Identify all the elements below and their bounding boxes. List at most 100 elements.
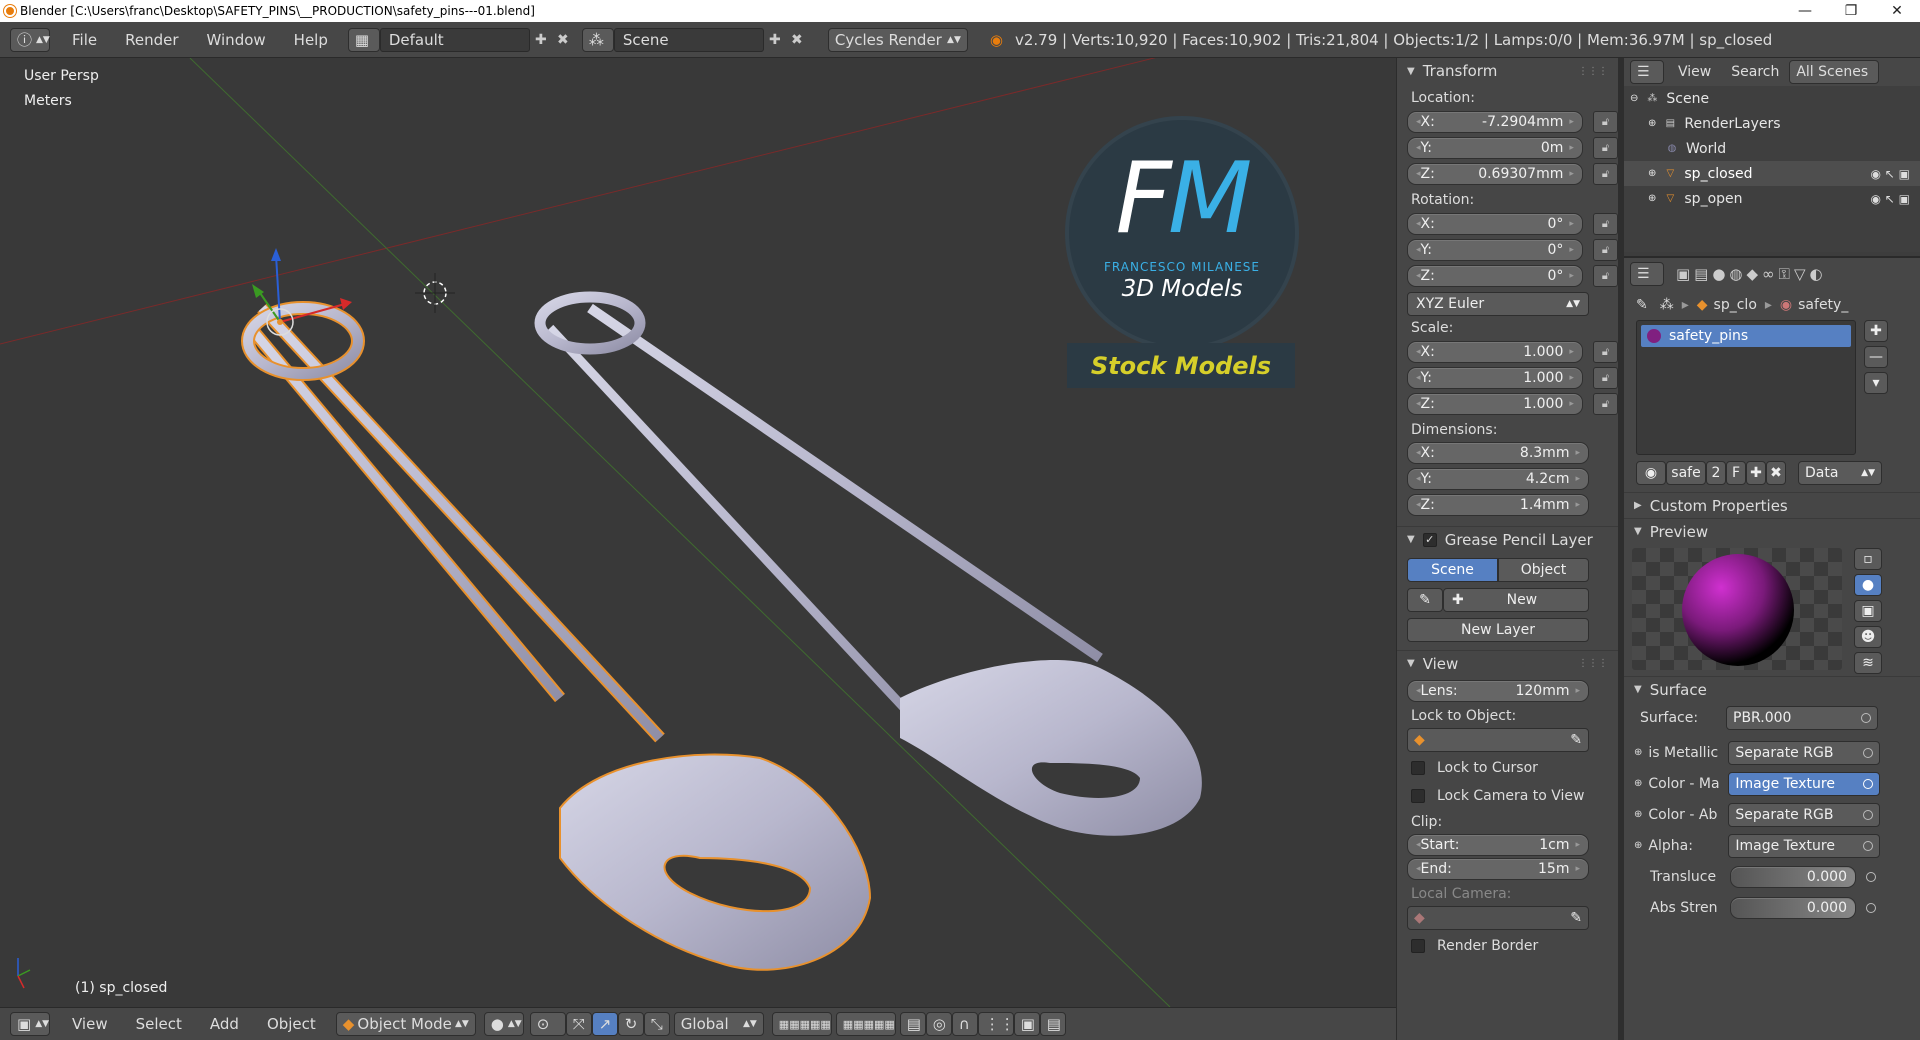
render-border-checkbox[interactable]: Render Border: [1411, 934, 1618, 958]
color-ab-input-select[interactable]: Separate RGB: [1728, 802, 1881, 827]
remove-slot-icon[interactable]: —: [1864, 346, 1888, 368]
lock-icon[interactable]: 🔓︎: [1592, 163, 1618, 185]
rotation-z-field[interactable]: ◂ Z: 0° ▸: [1407, 265, 1583, 287]
transform-panel-header[interactable]: ▼ Transform ⋮⋮⋮: [1397, 58, 1618, 84]
minimize-button[interactable]: —: [1782, 3, 1828, 19]
layout-name-field[interactable]: Default: [379, 27, 530, 52]
preview-monkey-icon[interactable]: ☻: [1854, 626, 1882, 648]
gp-new-button[interactable]: ✚ New: [1443, 588, 1589, 612]
manipulator-toggle[interactable]: ⤧: [565, 1012, 592, 1036]
snap-button[interactable]: ∩: [951, 1012, 978, 1036]
preview-flat-icon[interactable]: ▫: [1854, 548, 1882, 570]
viewport-menu-view[interactable]: View: [58, 1015, 122, 1033]
outliner-display-select[interactable]: All Scenes: [1789, 60, 1880, 84]
outliner-item-sp-closed[interactable]: ⊕ ▽ sp_closed ◉ ↖ ▣: [1624, 161, 1920, 186]
metallic-input-select[interactable]: Separate RGB: [1728, 740, 1881, 765]
editor-type-button[interactable]: ⓘ ▲▼: [10, 27, 50, 52]
location-y-field[interactable]: ◂ Y: 0m ▸: [1407, 137, 1583, 159]
lock-camera-checkbox[interactable]: Lock Camera to View: [1411, 784, 1618, 808]
outliner-menu-search[interactable]: Search: [1725, 64, 1785, 80]
scale-manipulator[interactable]: ⤡: [643, 1012, 670, 1036]
render-engine-select[interactable]: Cycles Render ▲▼: [827, 27, 968, 52]
outliner-menu-view[interactable]: View: [1664, 64, 1725, 80]
material-link-select[interactable]: Data ▲▼: [1798, 461, 1882, 485]
rotation-y-field[interactable]: ◂ Y: 0° ▸: [1407, 239, 1583, 261]
lock-icon[interactable]: 🔓︎: [1592, 239, 1618, 261]
dimension-x-field[interactable]: ◂ X: 8.3mm ▸: [1407, 442, 1589, 464]
lock-cursor-checkbox[interactable]: Lock to Cursor: [1411, 756, 1618, 780]
surface-header[interactable]: ▼ Surface: [1624, 676, 1920, 702]
preview-sphere-icon[interactable]: ●: [1854, 574, 1882, 596]
proportional-edit-button[interactable]: ◎: [925, 1012, 952, 1036]
menu-window[interactable]: Window: [193, 31, 280, 49]
sp-closed-object[interactable]: [241, 301, 872, 971]
lock-icon[interactable]: 🔓︎: [1592, 341, 1618, 363]
scene-browse-button[interactable]: ⁂: [581, 27, 614, 52]
material-slot-item[interactable]: safety_pins: [1641, 325, 1851, 347]
remove-scene-icon[interactable]: ✖: [786, 29, 808, 51]
slot-specials-icon[interactable]: ▾: [1864, 372, 1888, 394]
add-material-icon[interactable]: ✚: [1746, 461, 1766, 485]
preview-header[interactable]: ▼ Preview: [1624, 518, 1920, 544]
lock-object-field[interactable]: ◆ ✎: [1407, 728, 1589, 752]
scale-x-field[interactable]: ◂ X: 1.000 ▸: [1407, 341, 1583, 363]
pencil-icon[interactable]: ✎: [1407, 588, 1443, 612]
pin-icon[interactable]: ✎: [1636, 297, 1648, 313]
close-button[interactable]: ✕: [1874, 3, 1920, 19]
3d-cursor-icon[interactable]: [415, 273, 455, 313]
properties-editor-type[interactable]: ☰: [1630, 262, 1664, 286]
clip-start-field[interactable]: ◂ Start: 1cm ▸: [1407, 834, 1589, 856]
viewport-editor-type-button[interactable]: ▣ ▲▼: [10, 1012, 50, 1036]
scene-name-field[interactable]: Scene: [613, 27, 764, 52]
color-ma-input-select[interactable]: Image Texture: [1728, 771, 1881, 796]
gp-new-layer-button[interactable]: New Layer: [1407, 618, 1589, 642]
lock-icon[interactable]: 🔓︎: [1592, 367, 1618, 389]
outliner-item-sp-open[interactable]: ⊕ ▽ sp_open ◉ ↖ ▣: [1624, 186, 1920, 211]
snap-element-select[interactable]: ⋮⋮: [977, 1012, 1015, 1036]
context-tab-icons[interactable]: ▣▤●◍◆∞⚿▽◐: [1676, 265, 1827, 283]
translucency-slider[interactable]: 0.000: [1730, 865, 1856, 888]
menu-file[interactable]: File: [58, 31, 111, 49]
preview-cube-icon[interactable]: ▣: [1854, 600, 1882, 622]
scale-y-field[interactable]: ◂ Y: 1.000 ▸: [1407, 367, 1583, 389]
material-name-field[interactable]: safe: [1666, 461, 1706, 485]
material-slot-list[interactable]: safety_pins: [1636, 320, 1856, 455]
gp-tab-scene[interactable]: Scene: [1407, 558, 1498, 582]
grease-pencil-panel-header[interactable]: ▼ ✓ Grease Pencil Layer: [1397, 526, 1618, 552]
scale-z-field[interactable]: ◂ Z: 1.000 ▸: [1407, 393, 1583, 415]
rotate-manipulator[interactable]: ↻: [617, 1012, 644, 1036]
outliner-item-scene[interactable]: ⊖ ⁂ Scene: [1624, 86, 1920, 111]
outliner-item-renderlayers[interactable]: ⊕ ▤ RenderLayers: [1624, 111, 1920, 136]
menu-help[interactable]: Help: [280, 31, 342, 49]
alpha-input-select[interactable]: Image Texture: [1728, 833, 1881, 858]
maximize-button[interactable]: ❐: [1828, 3, 1874, 19]
viewport-menu-add[interactable]: Add: [196, 1015, 253, 1033]
view-panel-header[interactable]: ▼ View ⋮⋮⋮: [1397, 650, 1618, 676]
lock-layers-button[interactable]: ▤: [899, 1012, 926, 1036]
layout-browse-button[interactable]: ▦: [347, 27, 380, 52]
translate-manipulator[interactable]: ↗: [591, 1012, 618, 1036]
opengl-render-button[interactable]: ▣: [1013, 1012, 1040, 1036]
rotation-x-field[interactable]: ◂ X: 0° ▸: [1407, 213, 1583, 235]
preview-hair-icon[interactable]: ≋: [1854, 652, 1882, 674]
outliner-item-world[interactable]: ◍ World: [1624, 136, 1920, 161]
menu-render[interactable]: Render: [111, 31, 192, 49]
local-camera-field[interactable]: ◆ ✎: [1407, 906, 1589, 930]
rotation-mode-select[interactable]: XYZ Euler ▲▼: [1407, 292, 1589, 316]
location-x-field[interactable]: ◂ X: -7.2904mm ▸: [1407, 111, 1583, 133]
fake-user-toggle[interactable]: F: [1726, 461, 1746, 485]
viewport-menu-select[interactable]: Select: [122, 1015, 196, 1033]
viewport-menu-object[interactable]: Object: [253, 1015, 330, 1033]
material-browse-icon[interactable]: ◉: [1636, 461, 1666, 485]
grease-pencil-checkbox[interactable]: ✓: [1422, 532, 1437, 547]
custom-properties-header[interactable]: ▶ Custom Properties: [1624, 492, 1920, 518]
lock-icon[interactable]: 🔓︎: [1592, 393, 1618, 415]
abs-strength-slider[interactable]: 0.000: [1730, 896, 1856, 919]
orientation-select[interactable]: Global ▲▼: [673, 1012, 764, 1036]
add-scene-icon[interactable]: ✚: [764, 29, 786, 51]
shading-select[interactable]: ● ▲▼: [483, 1012, 524, 1036]
opengl-render-anim-button[interactable]: ▤: [1039, 1012, 1066, 1036]
dimension-y-field[interactable]: ◂ Y: 4.2cm ▸: [1407, 468, 1589, 490]
unlink-material-icon[interactable]: ✖: [1766, 461, 1786, 485]
material-users-count[interactable]: 2: [1706, 461, 1726, 485]
